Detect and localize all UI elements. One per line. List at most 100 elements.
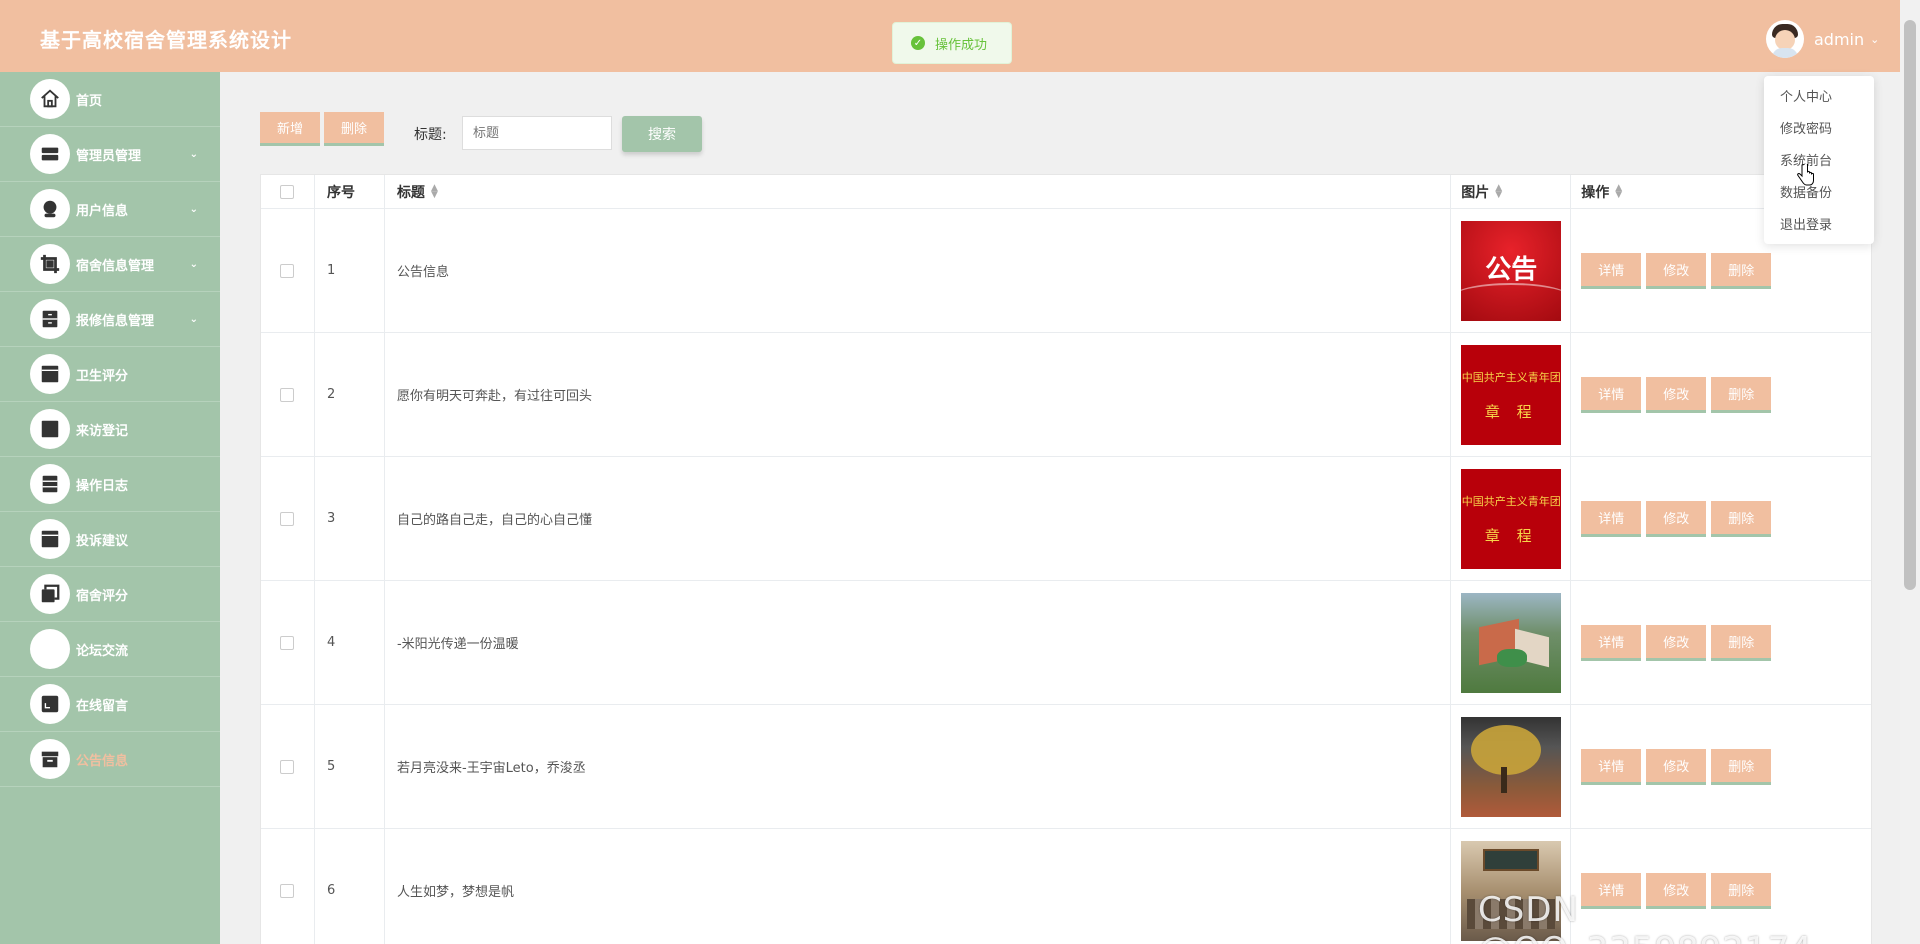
detail-button[interactable]: 详情	[1581, 252, 1642, 289]
row-index: 6	[315, 829, 385, 944]
sidebar-item-user-info[interactable]: 用户信息 ⌄	[0, 182, 220, 237]
row-thumbnail: 中国共产主义青年团章 程	[1461, 344, 1562, 445]
watermark: CSDN @QQ_3359892174	[1478, 890, 1812, 944]
detail-button[interactable]: 详情	[1581, 748, 1642, 785]
check-circle-icon: ✓	[911, 36, 925, 50]
table-row: 2 愿你有明天可奔赴，有过往可回头 中国共产主义青年团章 程 详情 修改 删除	[261, 333, 1871, 457]
menu-item-frontend[interactable]: 系统前台	[1764, 146, 1874, 178]
home-icon	[30, 79, 70, 119]
chevron-down-icon: ⌄	[189, 259, 198, 270]
announcement-table: 序号 标题 ▲ ▼ 图片 ▲ ▼ 操作 ▲ ▼ 1 公告信息 公告 详情 修改 删除 2 愿…	[260, 174, 1872, 944]
sidebar-item-home[interactable]: 首页	[0, 72, 220, 127]
row-checkbox[interactable]	[280, 759, 295, 774]
row-checkbox[interactable]	[280, 635, 295, 650]
delete-button[interactable]: 删除	[1711, 748, 1772, 785]
chevron-down-icon: ⌄	[189, 149, 198, 160]
row-thumbnail: 公告	[1461, 220, 1562, 321]
chevron-down-icon: ⌄	[1870, 32, 1880, 46]
copy-icon	[30, 574, 70, 614]
sort-icon[interactable]: ▲ ▼	[431, 183, 438, 199]
detail-button[interactable]: 详情	[1581, 500, 1642, 537]
user-dropdown: 个人中心 修改密码 系统前台 数据备份 退出登录	[1764, 76, 1874, 244]
panel-icon	[30, 519, 70, 559]
username: admin	[1814, 29, 1865, 49]
row-thumbnail	[1461, 592, 1562, 693]
search-label: 标题:	[414, 127, 447, 143]
edit-button[interactable]: 修改	[1646, 376, 1707, 413]
search-button[interactable]: 搜索	[622, 116, 702, 152]
sidebar-item-online-message[interactable]: 在线留言	[0, 677, 220, 732]
avatar	[1766, 20, 1804, 58]
blank-icon	[30, 629, 70, 669]
sidebar-item-operation-log[interactable]: 操作日志	[0, 457, 220, 512]
column-header-title[interactable]: 标题 ▲ ▼	[385, 175, 1452, 208]
sidebar-item-visitor-registration[interactable]: 来访登记	[0, 402, 220, 457]
scrollbar-thumb[interactable]	[1904, 20, 1916, 590]
edit-button[interactable]: 修改	[1646, 500, 1707, 537]
sidebar-item-forum[interactable]: 论坛交流	[0, 622, 220, 677]
page-scrollbar[interactable]	[1900, 0, 1920, 944]
table-row: 3 自己的路自己走，自己的心自己懂 中国共产主义青年团章 程 详情 修改 删除	[261, 457, 1871, 581]
hand-cursor-icon	[1797, 164, 1814, 186]
sidebar-item-repair-management[interactable]: 报修信息管理 ⌄	[0, 292, 220, 347]
detail-button[interactable]: 详情	[1581, 624, 1642, 661]
crop-icon	[30, 244, 70, 284]
row-title: 自己的路自己走，自己的心自己懂	[385, 457, 1452, 580]
delete-button[interactable]: 删除	[1711, 376, 1772, 413]
archive-icon	[30, 739, 70, 779]
sidebar-item-complaints[interactable]: 投诉建议	[0, 512, 220, 567]
edit-button[interactable]: 修改	[1646, 748, 1707, 785]
chevron-down-icon: ⌄	[189, 314, 198, 325]
sidebar-item-dorm-score[interactable]: 宿舍评分	[0, 567, 220, 622]
panel-icon	[30, 354, 70, 394]
select-all-checkbox[interactable]	[280, 184, 295, 199]
table-row: 4 -米阳光传递一份温暖 详情 修改 删除	[261, 581, 1871, 705]
main-content: 新增 删除 标题: 搜索 序号 标题▲▼ 图片▲▼ 操作▲▼ 1 公告信息 公告…	[220, 72, 1900, 944]
row-title: 愿你有明天可奔赴，有过往可回头	[385, 333, 1452, 456]
success-toast: ✓ 操作成功	[892, 22, 1012, 64]
row-checkbox[interactable]	[280, 883, 295, 898]
delete-button[interactable]: 删除	[1711, 500, 1772, 537]
edit-button[interactable]: 修改	[1646, 252, 1707, 289]
sidebar-item-dorm-management[interactable]: 宿舍信息管理 ⌄	[0, 237, 220, 292]
sort-icon[interactable]: ▲ ▼	[1615, 183, 1622, 199]
square-icon	[30, 409, 70, 449]
top-header: 基于高校宿舍管理系统设计 ✓ 操作成功 admin ⌄	[0, 0, 1900, 72]
sidebar-item-admin-management[interactable]: 管理员管理 ⌄	[0, 127, 220, 182]
row-title: -米阳光传递一份温暖	[385, 581, 1452, 704]
edit-button[interactable]: 修改	[1646, 624, 1707, 661]
sort-icon[interactable]: ▲ ▼	[1495, 183, 1502, 199]
menu-item-profile[interactable]: 个人中心	[1764, 82, 1874, 114]
app-title: 基于高校宿舍管理系统设计	[40, 28, 292, 52]
toast-message: 操作成功	[935, 37, 988, 53]
delete-button[interactable]: 删除	[1711, 624, 1772, 661]
menu-item-change-password[interactable]: 修改密码	[1764, 114, 1874, 146]
sidebar-item-announcements[interactable]: 公告信息	[0, 732, 220, 787]
delete-button[interactable]: 删除	[1711, 252, 1772, 289]
message-icon	[30, 684, 70, 724]
column-header-index: 序号	[315, 175, 385, 208]
row-checkbox[interactable]	[280, 263, 295, 278]
user-menu-trigger[interactable]: admin ⌄	[1766, 20, 1879, 58]
title-search-input[interactable]	[462, 116, 612, 150]
detail-button[interactable]: 详情	[1581, 376, 1642, 413]
chevron-down-icon: ⌄	[189, 204, 198, 215]
row-title: 公告信息	[385, 209, 1452, 332]
sidebar-item-hygiene-score[interactable]: 卫生评分	[0, 347, 220, 402]
bulk-delete-button[interactable]: 删除	[324, 112, 384, 146]
menu-item-backup[interactable]: 数据备份	[1764, 178, 1874, 210]
sidebar: 首页 管理员管理 ⌄ 用户信息 ⌄ 宿舍信息管理 ⌄ 报修信息管理 ⌄ 卫生评分	[0, 72, 220, 944]
add-button[interactable]: 新增	[260, 112, 320, 146]
row-checkbox[interactable]	[280, 387, 295, 402]
row-index: 4	[315, 581, 385, 704]
table-row: 1 公告信息 公告 详情 修改 删除	[261, 209, 1871, 333]
menu-item-logout[interactable]: 退出登录	[1764, 210, 1874, 242]
cabinet-icon	[30, 299, 70, 339]
row-thumbnail	[1461, 716, 1562, 817]
admin-icon	[30, 134, 70, 174]
row-checkbox[interactable]	[280, 511, 295, 526]
row-index: 2	[315, 333, 385, 456]
column-header-image[interactable]: 图片 ▲ ▼	[1451, 175, 1572, 208]
row-index: 3	[315, 457, 385, 580]
table-header-row: 序号 标题 ▲ ▼ 图片 ▲ ▼ 操作 ▲ ▼	[261, 175, 1871, 209]
